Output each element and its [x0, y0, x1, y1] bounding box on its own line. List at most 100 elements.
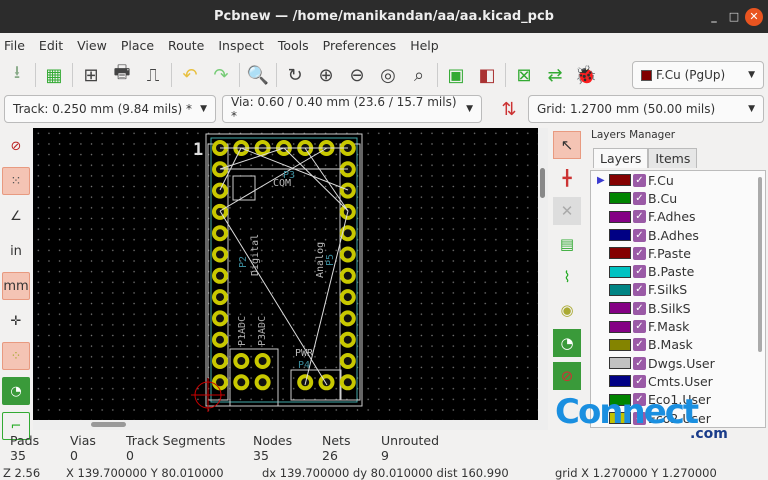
layer-color-swatch[interactable]	[609, 357, 631, 370]
tab-layers[interactable]: Layers	[593, 148, 649, 168]
find-icon[interactable]: 🔍	[245, 62, 271, 88]
grid-select[interactable]: Grid: 1.2700 mm (50.00 mils) ▼	[528, 95, 764, 123]
page-layout-icon[interactable]: ⊞	[78, 62, 104, 88]
pcb-settings-icon[interactable]: ▦	[41, 62, 67, 88]
layer-row[interactable]: ✓ F.Paste	[591, 244, 765, 262]
layer-visibility-checkbox[interactable]: ✓	[633, 320, 646, 334]
board-setup-icon[interactable]: ⭳	[4, 62, 30, 88]
units-inch-button[interactable]: in	[2, 237, 30, 265]
layer-row[interactable]: ▶ ✓ F.Cu	[591, 171, 765, 189]
layer-color-swatch[interactable]	[609, 229, 631, 242]
layer-row[interactable]: ✓ F.Mask	[591, 317, 765, 335]
minimize-button[interactable]: _	[705, 8, 723, 26]
add-footprint-icon[interactable]: ▤	[553, 230, 581, 258]
layer-row[interactable]: ✓ B.SilkS	[591, 299, 765, 317]
scroll-thumb[interactable]	[91, 422, 126, 427]
menu-preferences[interactable]: Preferences	[323, 38, 397, 53]
pcb-board: 1 COM P3 Digital P2 Analog P5 P1ADC P3AD…	[191, 133, 363, 412]
menu-file[interactable]: File	[4, 38, 25, 53]
zoom-fit-icon[interactable]: ◎	[375, 62, 401, 88]
close-button[interactable]: ✕	[745, 8, 763, 26]
zoom-in-icon[interactable]: ⊕	[313, 62, 339, 88]
track-width-select[interactable]: Track: 0.250 mm (9.84 mils) * ▼	[4, 95, 216, 123]
route-track-icon[interactable]: ⌇	[553, 263, 581, 291]
canvas-horizontal-scrollbar[interactable]	[33, 420, 548, 430]
footprint-viewer-icon[interactable]: ◧	[474, 62, 500, 88]
layer-color-swatch[interactable]	[609, 320, 631, 333]
plot-icon[interactable]: ⎍	[140, 62, 166, 88]
add-zone-icon[interactable]: ◔	[553, 329, 581, 357]
layer-row[interactable]: ✓ Cmts.User	[591, 372, 765, 390]
layer-color-swatch[interactable]	[609, 283, 631, 296]
pcb-canvas[interactable]: 1 COM P3 Digital P2 Analog P5 P1ADC P3AD…	[33, 128, 548, 420]
layer-select[interactable]: F.Cu (PgUp) ▼	[632, 61, 764, 89]
tab-items[interactable]: Items	[648, 148, 698, 168]
keepout-area-icon[interactable]: ⊘	[553, 362, 581, 390]
layer-row[interactable]: ✓ B.Cu	[591, 189, 765, 207]
scroll-thumb[interactable]	[540, 168, 545, 198]
layer-visibility-checkbox[interactable]: ✓	[633, 283, 646, 297]
chevron-down-icon: ▼	[748, 70, 755, 80]
layer-visibility-checkbox[interactable]: ✓	[633, 246, 646, 260]
layer-row[interactable]: ✓ B.Paste	[591, 262, 765, 280]
zoom-out-icon[interactable]: ⊖	[344, 62, 370, 88]
layer-color-swatch[interactable]	[609, 302, 631, 315]
update-pcb-icon[interactable]: ⇄	[542, 62, 568, 88]
netlist-icon[interactable]: ⊠	[511, 62, 537, 88]
menu-tools[interactable]: Tools	[278, 38, 309, 53]
zoom-selection-icon[interactable]: ⌕	[406, 62, 432, 88]
drc-icon[interactable]: 🐞	[573, 62, 599, 88]
layer-visibility-checkbox[interactable]: ✓	[633, 301, 646, 315]
layer-visibility-checkbox[interactable]: ✓	[633, 210, 646, 224]
layer-visibility-checkbox[interactable]: ✓	[633, 173, 646, 187]
refresh-icon[interactable]: ↻	[282, 62, 308, 88]
add-via-icon[interactable]: ◉	[553, 296, 581, 324]
footprint-editor-icon[interactable]: ▣	[443, 62, 469, 88]
layer-color-swatch[interactable]	[609, 247, 631, 260]
select-tool-icon[interactable]: ↖	[553, 131, 581, 159]
layer-row[interactable]: ✓ F.SilkS	[591, 281, 765, 299]
layer-color-swatch[interactable]	[609, 174, 631, 187]
layer-visibility-checkbox[interactable]: ✓	[633, 265, 646, 279]
redo-icon[interactable]: ↷	[208, 62, 234, 88]
layer-row[interactable]: ✓ Dwgs.User	[591, 354, 765, 372]
layer-color-swatch[interactable]	[609, 375, 631, 388]
zone-fill-icon[interactable]: ◔	[2, 377, 30, 405]
layer-name: Cmts.User	[648, 373, 713, 389]
layer-visibility-checkbox[interactable]: ✓	[633, 374, 646, 388]
grid-toggle-icon[interactable]: ⁙	[2, 167, 30, 195]
layer-visibility-checkbox[interactable]: ✓	[633, 338, 646, 352]
cursor-shape-icon[interactable]: ✛	[2, 307, 30, 335]
menu-edit[interactable]: Edit	[39, 38, 63, 53]
layer-color-swatch[interactable]	[609, 210, 631, 223]
layer-row[interactable]: ✓ B.Adhes	[591, 226, 765, 244]
menu-inspect[interactable]: Inspect	[218, 38, 264, 53]
undo-icon[interactable]: ↶	[177, 62, 203, 88]
via-size-value: Via: 0.60 / 0.40 mm (23.6 / 15.7 mils) *	[231, 95, 457, 123]
layer-visibility-checkbox[interactable]: ✓	[633, 191, 646, 205]
local-ratsnest-icon[interactable]: ✕	[553, 197, 581, 225]
drc-off-icon[interactable]: ⊘	[2, 132, 30, 160]
canvas-vertical-scrollbar[interactable]	[538, 128, 548, 420]
layer-row[interactable]: ✓ B.Mask	[591, 336, 765, 354]
auto-track-width-icon[interactable]: ⇅	[496, 96, 522, 122]
maximize-button[interactable]: □	[725, 8, 743, 26]
layer-name: B.Cu	[648, 190, 678, 206]
layer-color-swatch[interactable]	[609, 338, 631, 351]
ratsnest-icon[interactable]: ⁘	[2, 342, 30, 370]
polar-coords-icon[interactable]: ∠	[2, 202, 30, 230]
menu-view[interactable]: View	[77, 38, 107, 53]
layer-visibility-checkbox[interactable]: ✓	[633, 228, 646, 242]
via-size-select[interactable]: Via: 0.60 / 0.40 mm (23.6 / 15.7 mils) *…	[222, 95, 482, 123]
print-icon[interactable]: 🖶	[109, 62, 135, 88]
layer-color-swatch[interactable]	[609, 265, 631, 278]
layer-visibility-checkbox[interactable]: ✓	[633, 356, 646, 370]
units-mm-button[interactable]: mm	[2, 272, 30, 300]
menu-place[interactable]: Place	[121, 38, 154, 53]
highlight-net-icon[interactable]: ╋	[553, 164, 581, 192]
menu-help[interactable]: Help	[410, 38, 439, 53]
status-vias: Vias 0	[70, 433, 96, 463]
layer-color-swatch[interactable]	[609, 192, 631, 205]
layer-row[interactable]: ✓ F.Adhes	[591, 208, 765, 226]
menu-route[interactable]: Route	[168, 38, 204, 53]
